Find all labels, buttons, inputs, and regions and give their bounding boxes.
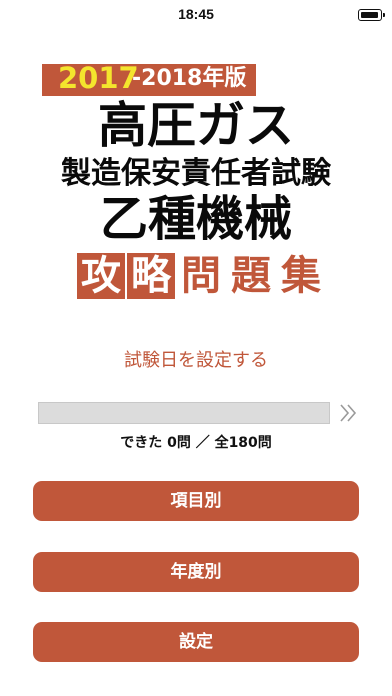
set-exam-date-link[interactable]: 試験日を設定する: [0, 348, 392, 374]
logo-char: 攻: [77, 253, 125, 299]
progress-count: できた 0問 ／ 全180問: [120, 435, 272, 451]
logo-char: 問: [181, 253, 221, 299]
logo-title-line4: 攻 略 問 題 集: [77, 253, 327, 299]
logo-char: 題: [231, 253, 271, 299]
by-topic-button[interactable]: 項目別: [33, 481, 359, 521]
settings-button[interactable]: 設定: [33, 622, 359, 662]
app-logo: 2017 -2018年版 高圧ガス 製造保安責任者試験 乙種機械 攻 略 問 題…: [0, 0, 392, 310]
logo-char: 集: [281, 253, 321, 299]
logo-title-line2: 製造保安責任者試験: [61, 156, 331, 191]
progress-bar: [38, 402, 330, 424]
by-year-button[interactable]: 年度別: [33, 552, 359, 592]
logo-char: 略: [127, 253, 175, 299]
logo-year-sub: -2018年版: [132, 66, 247, 91]
logo-title-line1: 高圧ガス: [97, 97, 294, 154]
logo-title-line3: 乙種機械: [99, 191, 292, 247]
double-chevron-right-icon[interactable]: [337, 402, 359, 424]
logo-year: 2017: [58, 61, 139, 95]
